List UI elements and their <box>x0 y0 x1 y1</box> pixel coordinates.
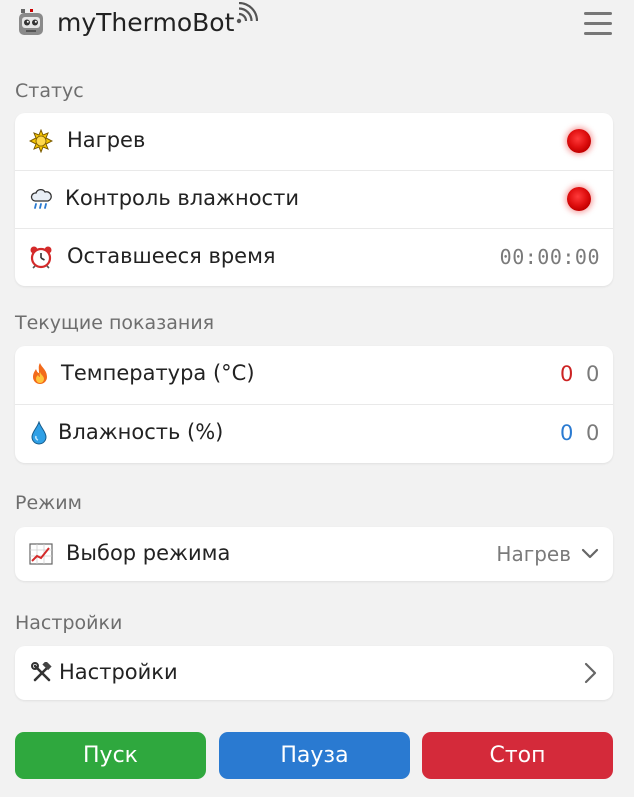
droplet-icon <box>31 421 47 445</box>
start-button[interactable]: Пуск <box>15 732 206 779</box>
settings-section-title: Настройки <box>15 612 123 634</box>
settings-row-label: Настройки <box>59 660 178 684</box>
sun-icon <box>29 129 53 153</box>
heating-label: Нагрев <box>67 128 146 152</box>
chevron-down-icon <box>581 548 599 559</box>
pause-button[interactable]: Пауза <box>219 732 410 779</box>
remaining-time-value: 00:00:00 <box>499 245 600 269</box>
hammer-wrench-icon <box>31 662 52 682</box>
settings-card: Настройки <box>15 646 613 700</box>
humidity-control-status-row: Контроль влажности <box>15 171 613 229</box>
stop-button[interactable]: Стоп <box>422 732 613 779</box>
remaining-time-label: Оставшееся время <box>67 244 276 268</box>
humidity-control-indicator-led <box>567 187 591 211</box>
readings-section-title: Текущие показания <box>15 312 215 334</box>
humidity-row: Влажность (%) 0 0 <box>15 405 613 463</box>
cloud-rain-icon <box>30 188 52 209</box>
temperature-row: Температура (°C) 0 0 <box>15 346 613 405</box>
mode-select-label: Выбор режима <box>66 541 231 565</box>
remaining-time-row: Оставшееся время 00:00:00 <box>15 229 613 286</box>
wifi-icon <box>236 2 258 24</box>
alarm-clock-icon <box>30 246 52 269</box>
status-section-title: Статус <box>15 80 84 102</box>
chevron-right-icon <box>584 662 597 684</box>
readings-card: Температура (°C) 0 0 Влажность (%) 0 0 <box>15 346 613 463</box>
app-title: myThermoBot <box>57 8 235 37</box>
heating-indicator-led <box>567 129 591 153</box>
humidity-target-value: 0 <box>586 421 600 445</box>
temperature-label: Температура (°C) <box>61 361 255 385</box>
temperature-current-value: 0 <box>560 362 574 386</box>
app-header: myThermoBot <box>0 0 634 52</box>
temperature-target-value: 0 <box>586 362 600 386</box>
humidity-label: Влажность (%) <box>58 420 224 444</box>
robot-icon <box>19 9 43 35</box>
mode-card: Выбор режима Нагрев <box>15 527 613 581</box>
mode-selected-value: Нагрев <box>496 542 571 566</box>
humidity-control-label: Контроль влажности <box>65 186 299 210</box>
hamburger-menu-icon[interactable] <box>582 8 614 40</box>
settings-row[interactable]: Настройки <box>15 646 613 700</box>
fire-icon <box>33 363 47 384</box>
heating-status-row: Нагрев <box>15 113 613 171</box>
mode-section-title: Режим <box>15 492 82 514</box>
chart-increasing-icon <box>29 543 53 565</box>
status-card: Нагрев Контроль влажности Оставшееся вре… <box>15 113 613 286</box>
humidity-current-value: 0 <box>560 421 574 445</box>
mode-select[interactable]: Выбор режима Нагрев <box>15 527 613 581</box>
